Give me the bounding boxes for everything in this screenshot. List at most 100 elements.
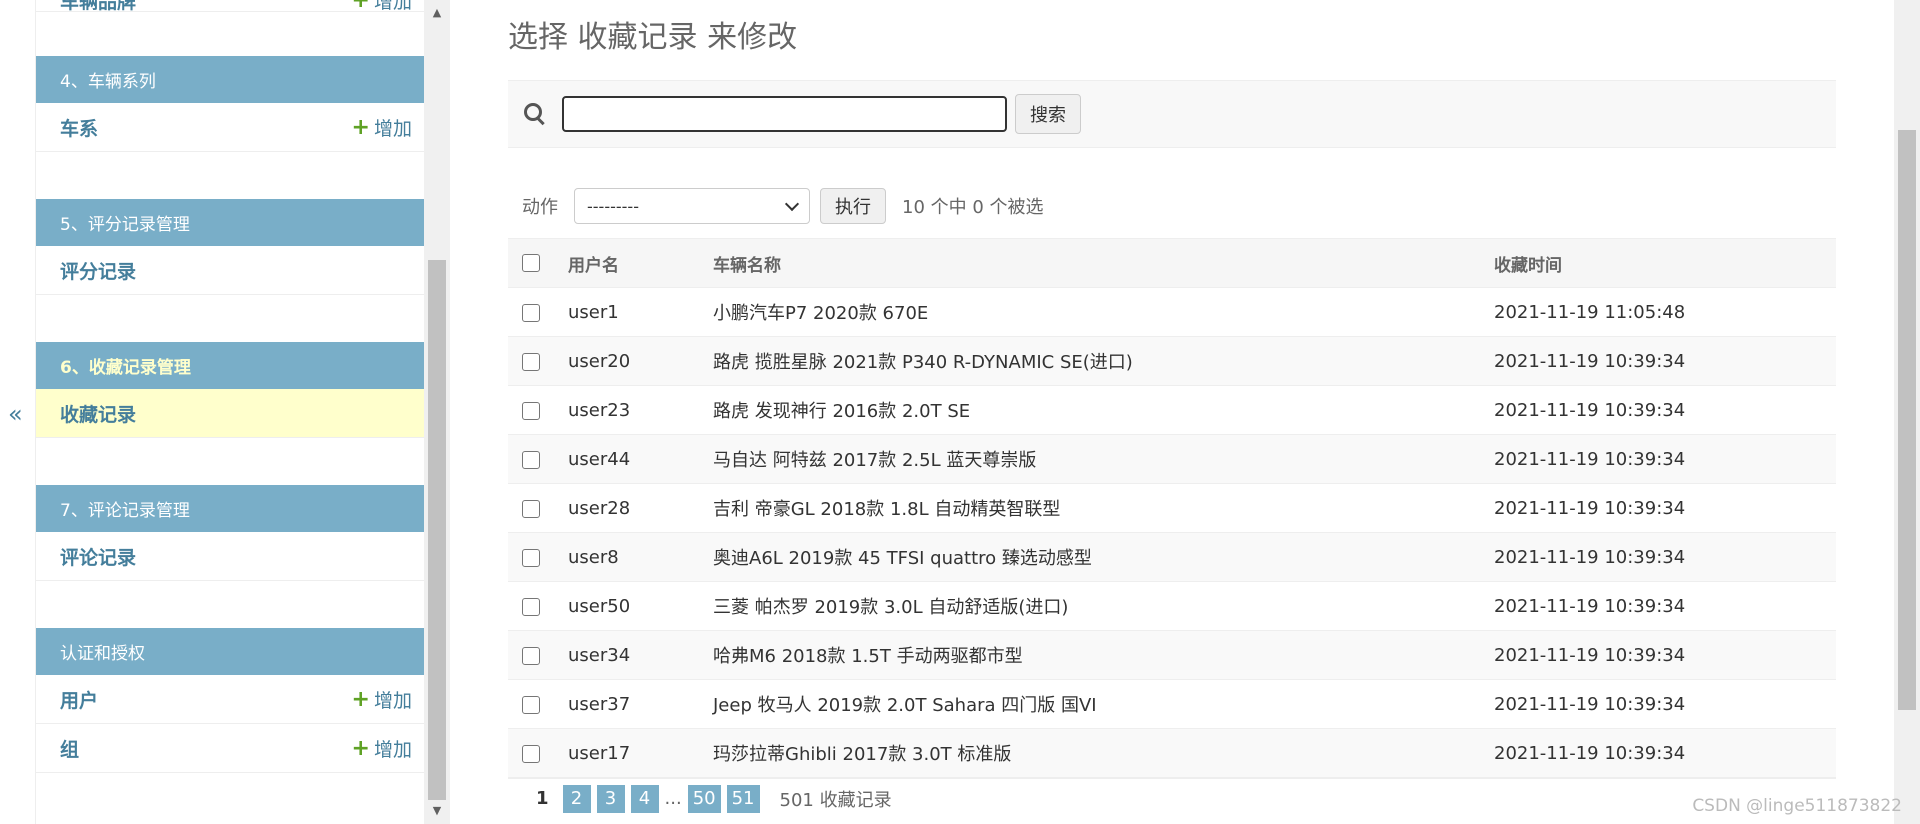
table-row: user1 小鹏汽车P7 2020款 670E 2021-11-19 11:05… [508,287,1836,337]
run-action-button[interactable]: 执行 [820,188,886,224]
cell-user[interactable]: user37 [568,679,713,729]
actions-bar: 动作 --------- 执行 10 个中 0 个被选 [508,186,1836,226]
cell-user[interactable]: user17 [568,728,713,778]
cell-car: 奥迪A6L 2019款 45 TFSI quattro 臻选动感型 [713,532,1494,582]
cell-user[interactable]: user34 [568,630,713,680]
cell-car: 马自达 阿特兹 2017款 2.5L 蓝天尊崇版 [713,434,1494,484]
cell-car: 三菱 帕杰罗 2019款 3.0L 自动舒适版(进口) [713,581,1494,631]
cell-time: 2021-11-19 10:39:34 [1494,532,1836,582]
row-checkbox[interactable] [522,695,540,714]
watermark: CSDN @linge511873822 [1692,796,1902,816]
row-checkbox[interactable] [522,401,540,420]
cell-time: 2021-11-19 10:39:34 [1494,483,1836,533]
selection-counter: 10 个中 0 个被选 [902,197,1044,218]
page-current: 1 [536,788,549,809]
plus-icon: + [351,686,370,712]
cell-user[interactable]: user28 [568,483,713,533]
sidebar-item-label[interactable]: 收藏记录 [60,400,136,427]
cell-time: 2021-11-19 10:39:34 [1494,581,1836,631]
cell-user[interactable]: user8 [568,532,713,582]
sidebar-item-users[interactable]: 用户 + 增加 [36,675,424,724]
page-link[interactable]: 3 [596,784,625,813]
sidebar-item-car-series[interactable]: 车系 + 增加 [36,103,424,152]
row-checkbox[interactable] [522,352,540,371]
actions-label: 动作 [522,197,558,218]
search-input[interactable] [562,96,1007,132]
sidebar-item-favorites[interactable]: 收藏记录 [36,389,424,438]
page-link[interactable]: 2 [562,784,591,813]
sidebar-item-label[interactable]: 组 [60,735,79,762]
sidebar-toggle-strip: « [0,0,36,824]
add-link[interactable]: + 增加 [352,735,412,762]
cell-user[interactable]: user50 [568,581,713,631]
module-header-rating: 5、评分记录管理 [36,199,424,246]
sidebar-item-label[interactable]: 车辆品牌 [60,0,136,14]
row-checkbox[interactable] [522,303,540,322]
column-header-time[interactable]: 收藏时间 [1494,238,1836,288]
row-checkbox[interactable] [522,744,540,763]
collapse-sidebar-button[interactable]: « [8,400,23,428]
cell-user[interactable]: user44 [568,434,713,484]
sidebar: 车辆品牌 + 增加 4、车辆系列 车系 + 增加 5、评分记录管理 评分记录 6、收… [36,0,424,824]
cell-time: 2021-11-19 10:39:34 [1494,385,1836,435]
cell-user[interactable]: user20 [568,336,713,386]
cell-user[interactable]: user23 [568,385,713,435]
table-row: user50 三菱 帕杰罗 2019款 3.0L 自动舒适版(进口) 2021-… [508,581,1836,631]
sidebar-scrollbar[interactable]: ▲ ▼ [424,0,450,824]
add-link[interactable]: + 增加 [352,114,412,141]
row-checkbox[interactable] [522,646,540,665]
add-link[interactable]: + 增加 [352,0,412,14]
search-toolbar: 搜索 [508,80,1836,148]
result-count: 501 收藏记录 [779,789,892,811]
module-header-auth: 认证和授权 [36,628,424,675]
page-scrollbar[interactable] [1894,0,1920,824]
result-table: 用户名 车辆名称 收藏时间 user1 小鹏汽车P7 2020款 670E 20… [508,238,1836,778]
table-row: user28 吉利 帝豪GL 2018款 1.8L 自动精英智联型 2021-1… [508,483,1836,533]
row-checkbox[interactable] [522,597,540,616]
table-row: user8 奥迪A6L 2019款 45 TFSI quattro 臻选动感型 … [508,532,1836,582]
scrollbar-thumb[interactable] [1898,130,1916,710]
sidebar-item-label[interactable]: 评论记录 [60,543,136,570]
page-link[interactable]: 50 [687,784,721,813]
cell-time: 2021-11-19 10:39:34 [1494,679,1836,729]
table-row: user37 Jeep 牧马人 2019款 2.0T Sahara 四门版 国V… [508,679,1836,729]
row-checkbox[interactable] [522,548,540,567]
cell-car: 路虎 揽胜星脉 2021款 P340 R-DYNAMIC SE(进口) [713,336,1494,386]
page-link[interactable]: 4 [630,784,659,813]
scroll-up-icon[interactable]: ▲ [424,2,450,24]
sidebar-item-label[interactable]: 评分记录 [60,257,136,284]
cell-user[interactable]: user1 [568,287,713,337]
main-content: 选择 收藏记录 来修改 搜索 动作 --------- 执行 10 个中 0 个… [450,0,1890,824]
scrollbar-thumb[interactable] [428,260,446,800]
add-link[interactable]: + 增加 [352,686,412,713]
sidebar-item-rating[interactable]: 评分记录 [36,246,424,295]
page-ellipsis: ... [664,788,682,809]
sidebar-item-label[interactable]: 用户 [60,686,98,713]
cell-car: 路虎 发现神行 2016款 2.0T SE [713,385,1494,435]
module-header-comments: 7、评论记录管理 [36,485,424,532]
row-checkbox[interactable] [522,499,540,518]
cell-time: 2021-11-19 10:39:34 [1494,630,1836,680]
table-header-row: 用户名 车辆名称 收藏时间 [508,238,1836,288]
cell-car: Jeep 牧马人 2019款 2.0T Sahara 四门版 国VI [713,679,1494,729]
cell-time: 2021-11-19 11:05:48 [1494,287,1836,337]
table-row: user17 玛莎拉蒂Ghibli 2017款 3.0T 标准版 2021-11… [508,728,1836,778]
module-header-favorites: 6、收藏记录管理 [36,342,424,389]
sidebar-item-label[interactable]: 车系 [60,114,98,141]
column-header-car[interactable]: 车辆名称 [713,238,1494,288]
select-all-checkbox[interactable] [522,254,540,272]
plus-icon: + [351,114,370,140]
action-select[interactable]: --------- [574,188,810,224]
sidebar-item-brand[interactable]: 车辆品牌 + 增加 [36,0,424,14]
page-link[interactable]: 51 [726,784,760,813]
column-header-user[interactable]: 用户名 [568,238,713,288]
search-button[interactable]: 搜索 [1015,94,1081,134]
admin-page: « 车辆品牌 + 增加 4、车辆系列 车系 + 增加 5、评分记录管理 评分记录 6… [0,0,1920,824]
cell-time: 2021-11-19 10:39:34 [1494,336,1836,386]
sidebar-item-comments[interactable]: 评论记录 [36,532,424,581]
sidebar-item-groups[interactable]: 组 + 增加 [36,724,424,773]
chevron-down-icon [784,196,800,211]
action-select-value: --------- [587,196,639,216]
scroll-down-icon[interactable]: ▼ [424,800,450,822]
row-checkbox[interactable] [522,450,540,469]
